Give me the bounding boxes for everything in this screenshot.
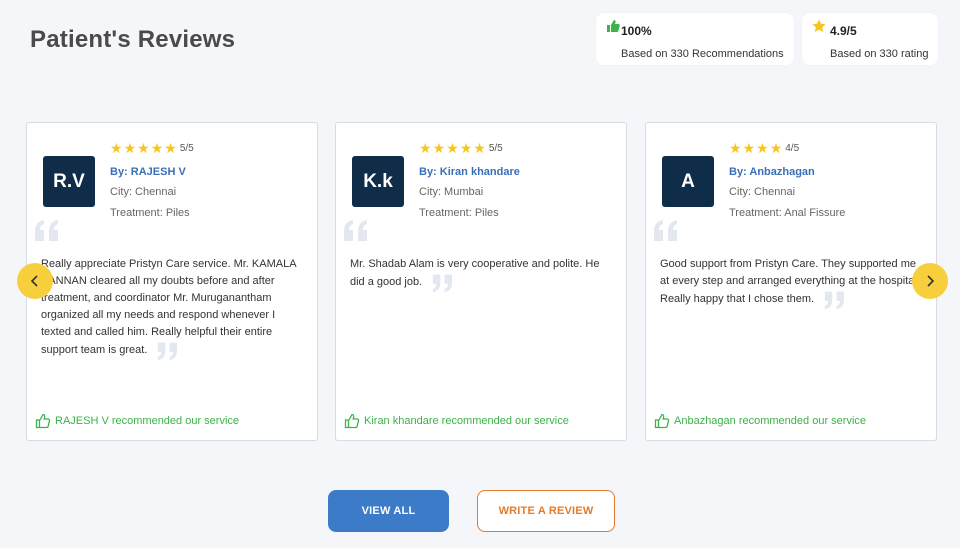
recommend-note: RAJESH V recommended our service <box>35 413 239 429</box>
page-title: Patient's Reviews <box>30 26 236 53</box>
reviewer-name: By: Kiran khandare <box>419 166 520 178</box>
thumbs-up-outline-icon <box>654 413 670 429</box>
star-icon: ★ <box>123 140 137 156</box>
recommendations-stat: 100% Based on 330 Recommendations <box>596 13 794 65</box>
reviewer-city: City: Mumbai <box>419 186 484 198</box>
reviewer-treatment: Treatment: Anal Fissure <box>729 207 846 219</box>
reviewer-city: City: Chennai <box>729 186 796 198</box>
thumbs-up-outline-icon <box>35 413 51 429</box>
star-icon: ★ <box>742 140 756 156</box>
review-card: A ★ ★ ★ ★ 4/5 By: Anbazhagan City: Chennai T… <box>645 122 937 441</box>
star-icon: ★ <box>459 140 473 156</box>
recommendation-percent: 100% <box>621 24 652 38</box>
star-rating: ★ ★ ★ ★ ★ 5/5 <box>110 141 194 155</box>
star-icon: ★ <box>419 140 432 156</box>
rating-stat: 4.9/5 Based on 330 rating <box>802 13 938 65</box>
star-rating: ★ ★ ★ ★ 4/5 <box>729 141 799 155</box>
quote-close-icon <box>158 342 178 361</box>
quote-open-icon <box>35 220 58 241</box>
chevron-right-icon <box>927 275 935 287</box>
star-icon: ★ <box>150 140 164 156</box>
reviewer-treatment: Treatment: Piles <box>419 207 499 219</box>
star-icon: ★ <box>110 140 123 156</box>
chevron-left-icon <box>30 275 38 287</box>
recommend-note: Anbazhagan recommended our service <box>654 413 866 429</box>
recommend-text: RAJESH V recommended our service <box>55 415 240 427</box>
star-icon: ★ <box>137 140 150 156</box>
star-icon: ★ <box>769 140 783 156</box>
review-text: Good support from Pristyn Care. They sup… <box>660 256 925 310</box>
review-text: Really appreciate Pristyn Care service. … <box>41 256 306 361</box>
review-body: Good support from Pristyn Care. They sup… <box>660 258 920 305</box>
rating-count: Based on 330 rating <box>830 48 929 60</box>
quote-close-icon <box>824 291 845 310</box>
review-text: Mr. Shadab Alam is very cooperative and … <box>350 256 615 293</box>
write-review-button[interactable]: WRITE A REVIEW <box>477 490 615 532</box>
avatar: R.V <box>43 156 95 207</box>
reviewer-name: By: RAJESH V <box>110 166 186 178</box>
star-rating: ★ ★ ★ ★ ★ 5/5 <box>419 141 503 155</box>
view-all-button[interactable]: VIEW ALL <box>328 490 449 532</box>
star-icon <box>812 19 826 38</box>
star-icon: ★ <box>756 140 769 156</box>
carousel-prev-button[interactable] <box>17 263 53 299</box>
star-icon: ★ <box>473 140 486 156</box>
recommendation-count: Based on 330 Recommendations <box>621 48 784 60</box>
reviewer-treatment: Treatment: Piles <box>110 207 190 219</box>
reviewer-name: By: Anbazhagan <box>729 166 815 178</box>
carousel-next-button[interactable] <box>912 263 948 299</box>
review-body: Mr. Shadab Alam is very cooperative and … <box>350 258 600 288</box>
recommend-text: Anbazhagan recommended our service <box>674 415 867 427</box>
star-icon: ★ <box>446 140 459 156</box>
thumbs-up-icon <box>606 19 620 38</box>
thumbs-up-outline-icon <box>344 413 360 429</box>
quote-open-icon <box>654 220 677 241</box>
avatar: A <box>662 156 714 207</box>
quote-close-icon <box>433 274 453 293</box>
star-icon: ★ <box>432 140 446 156</box>
rating-value: 5/5 <box>488 142 503 154</box>
review-card: R.V ★ ★ ★ ★ ★ 5/5 By: RAJESH V City: Chennai … <box>26 122 318 441</box>
recommend-text: Kiran khandare recommended our service <box>364 415 569 427</box>
review-card: K.k ★ ★ ★ ★ ★ 5/5 By: Kiran khandare City: Mu… <box>335 122 627 441</box>
reviewer-city: City: Chennai <box>110 186 177 198</box>
avatar: K.k <box>352 156 404 207</box>
rating-value: 4/5 <box>785 142 800 154</box>
recommend-note: Kiran khandare recommended our service <box>344 413 569 429</box>
star-icon: ★ <box>164 140 177 156</box>
average-rating: 4.9/5 <box>830 24 857 38</box>
quote-open-icon <box>344 220 367 241</box>
rating-value: 5/5 <box>179 142 194 154</box>
star-icon: ★ <box>729 140 742 156</box>
